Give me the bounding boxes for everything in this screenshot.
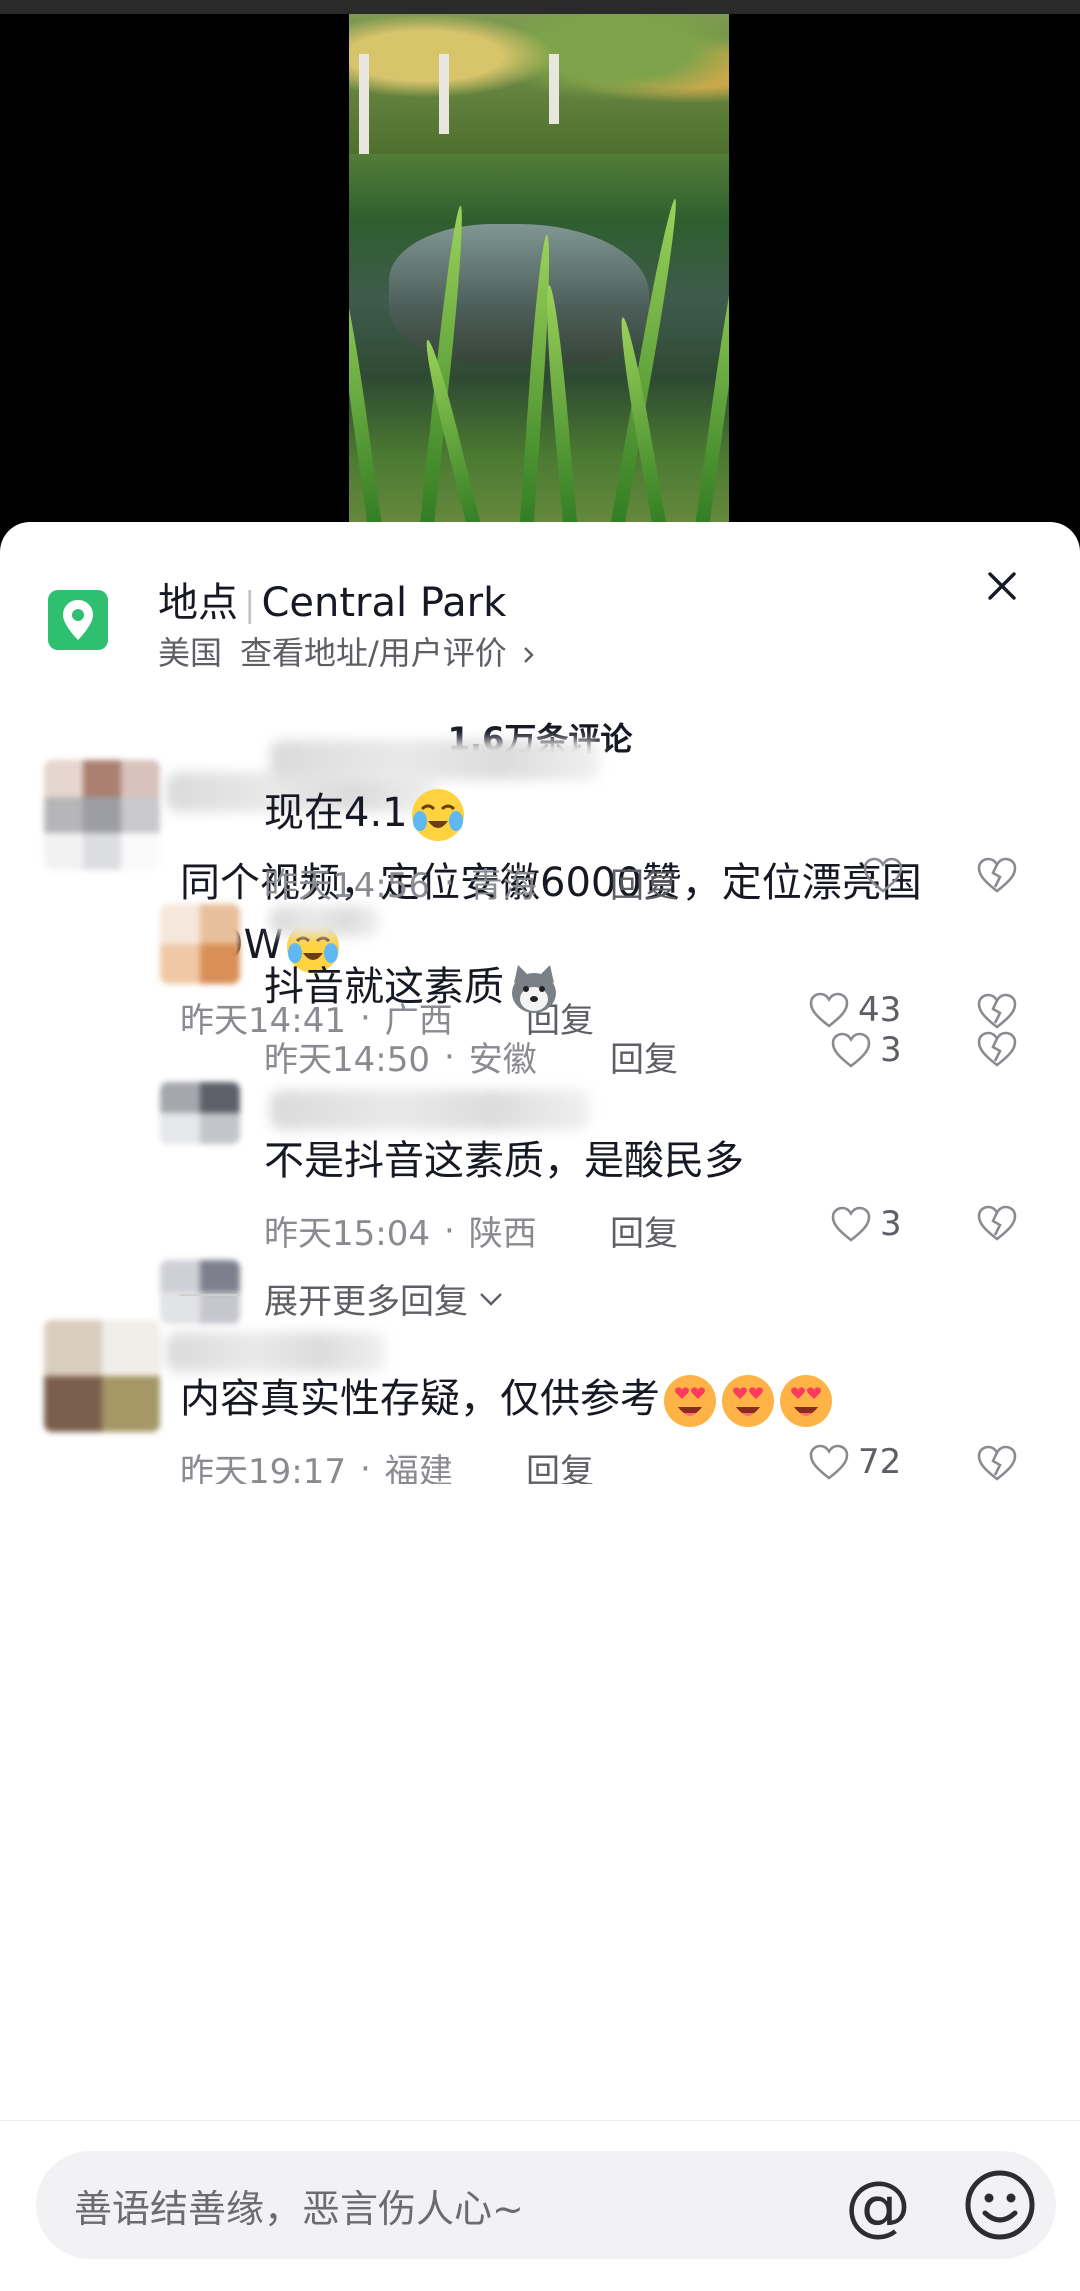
reply-button[interactable]: 回复 bbox=[610, 1206, 678, 1255]
close-icon bbox=[988, 572, 1016, 600]
comment-input-placeholder: 善语结善缘，恶言伤人心~ bbox=[74, 2186, 524, 2231]
heart-eyes-emoji-icon bbox=[662, 1373, 718, 1429]
dislike-button[interactable] bbox=[976, 1030, 1018, 1072]
heart-icon bbox=[831, 1032, 871, 1068]
dislike-button[interactable] bbox=[976, 1444, 1018, 1484]
username[interactable] bbox=[270, 906, 380, 936]
like-button[interactable]: 3 bbox=[830, 1030, 902, 1070]
comment-meta: 昨天14:56 · 青海 bbox=[264, 858, 537, 907]
like-count: 43 bbox=[858, 990, 902, 1030]
like-button[interactable] bbox=[862, 856, 912, 894]
husky-emoji-icon bbox=[506, 961, 562, 1017]
username[interactable] bbox=[166, 1332, 386, 1372]
heart-icon bbox=[831, 1206, 871, 1242]
video-trunk bbox=[549, 54, 559, 124]
location-name: Central Park bbox=[261, 580, 507, 626]
video-trees bbox=[349, 14, 729, 154]
heart-icon bbox=[809, 992, 849, 1028]
crying-laughing-emoji-icon bbox=[410, 787, 466, 843]
reply-button[interactable]: 回复 bbox=[526, 1444, 594, 1484]
comment-region: 安徽 bbox=[468, 1040, 537, 1080]
emoji-button[interactable] bbox=[960, 2165, 1040, 2245]
video-trunk bbox=[359, 54, 369, 154]
comment-text-line: 内容真实性存疑，仅供参考 bbox=[180, 1376, 660, 1422]
avatar[interactable] bbox=[160, 1082, 240, 1144]
broken-heart-icon bbox=[977, 1205, 1017, 1241]
video-blade bbox=[694, 245, 729, 534]
avatar[interactable] bbox=[44, 760, 160, 870]
comment-region: 陕西 bbox=[468, 1214, 537, 1254]
username[interactable] bbox=[270, 1090, 590, 1130]
chevron-down-icon bbox=[480, 1292, 502, 1306]
comment-text: 现在4.1 bbox=[264, 782, 466, 844]
expand-divider bbox=[180, 1294, 240, 1296]
broken-heart-icon bbox=[977, 857, 1017, 893]
comment-time: 昨天19:17 bbox=[180, 1452, 346, 1484]
comment-text-line: 不是抖音这素质，是酸民多 bbox=[264, 1138, 744, 1184]
reply-button[interactable]: 回复 bbox=[610, 1032, 678, 1081]
comment-time: 昨天14:56 bbox=[264, 866, 430, 906]
dislike-button[interactable] bbox=[976, 856, 1018, 898]
comment-input-bar: 善语结善缘，恶言伤人心~ @ bbox=[0, 2120, 1080, 2291]
comment-meta: 昨天15:04 · 陕西 bbox=[264, 1206, 537, 1255]
heart-eyes-emoji-icon bbox=[778, 1373, 834, 1429]
comment-text: 抖音就这素质 bbox=[264, 956, 562, 1018]
like-button[interactable]: 43 bbox=[808, 990, 901, 1030]
like-button[interactable]: 3 bbox=[830, 1204, 902, 1244]
comment-time: 昨天14:50 bbox=[264, 1040, 430, 1080]
video-thumbnail[interactable] bbox=[349, 14, 729, 534]
comment-sheet: 地点 | Central Park 美国 查看地址/用户评价 1.6万条评论 同个视频… bbox=[0, 522, 1080, 2291]
video-player[interactable] bbox=[0, 14, 1080, 534]
location-title[interactable]: 地点 | Central Park bbox=[158, 570, 506, 628]
location-pin-icon bbox=[48, 590, 108, 650]
expand-more-replies[interactable]: 展开更多回复 bbox=[264, 1274, 506, 1323]
comment-meta: 昨天14:50 · 安徽 bbox=[264, 1032, 537, 1081]
broken-heart-icon bbox=[977, 993, 1017, 1029]
heart-eyes-emoji-icon bbox=[720, 1373, 776, 1429]
video-blade bbox=[349, 275, 383, 534]
mention-button[interactable]: @ bbox=[838, 2165, 918, 2245]
close-button[interactable] bbox=[980, 564, 1024, 608]
comment-text-line: 现在4.1 bbox=[264, 790, 408, 836]
location-label: 地点 bbox=[158, 580, 238, 626]
like-count: 3 bbox=[880, 1204, 902, 1244]
title-divider: | bbox=[244, 585, 256, 625]
heart-icon bbox=[863, 857, 903, 893]
like-count: 72 bbox=[858, 1444, 902, 1482]
comment-time: 昨天15:04 bbox=[264, 1214, 430, 1254]
partial-comment-meta: 昨天19:17 · 福建 回复 72 bbox=[0, 1444, 1080, 1484]
like-button[interactable]: 72 bbox=[808, 1444, 901, 1482]
avatar[interactable] bbox=[44, 1320, 160, 1432]
expand-more-label: 展开更多回复 bbox=[264, 1282, 468, 1322]
broken-heart-icon bbox=[977, 1445, 1017, 1481]
like-count: 3 bbox=[880, 1030, 902, 1070]
reply-button[interactable]: 回复 bbox=[610, 858, 678, 907]
avatar[interactable] bbox=[160, 1260, 240, 1324]
dislike-button[interactable] bbox=[976, 1204, 1018, 1246]
video-trunk bbox=[439, 54, 449, 134]
status-strip bbox=[0, 0, 1080, 14]
comment-text-line: 抖音就这素质 bbox=[264, 964, 504, 1010]
comment-region: 青海 bbox=[468, 866, 537, 906]
chevron-right-icon bbox=[524, 647, 534, 663]
comment-text: 不是抖音这素质，是酸民多 bbox=[264, 1130, 744, 1192]
avatar[interactable] bbox=[160, 904, 240, 984]
comment-meta: 昨天19:17 · 福建 bbox=[180, 1444, 453, 1485]
comment-text: 内容真实性存疑，仅供参考 bbox=[180, 1368, 834, 1430]
smiley-face-icon bbox=[965, 2170, 1035, 2240]
location-country: 美国 bbox=[158, 634, 223, 672]
broken-heart-icon bbox=[977, 1031, 1017, 1067]
location-subtitle[interactable]: 美国 查看地址/用户评价 bbox=[158, 628, 537, 674]
heart-icon bbox=[809, 1444, 849, 1480]
comment-region: 福建 bbox=[384, 1452, 453, 1484]
location-link[interactable]: 查看地址/用户评价 bbox=[240, 634, 507, 672]
username[interactable] bbox=[270, 740, 600, 780]
dislike-button[interactable] bbox=[976, 992, 1018, 1034]
